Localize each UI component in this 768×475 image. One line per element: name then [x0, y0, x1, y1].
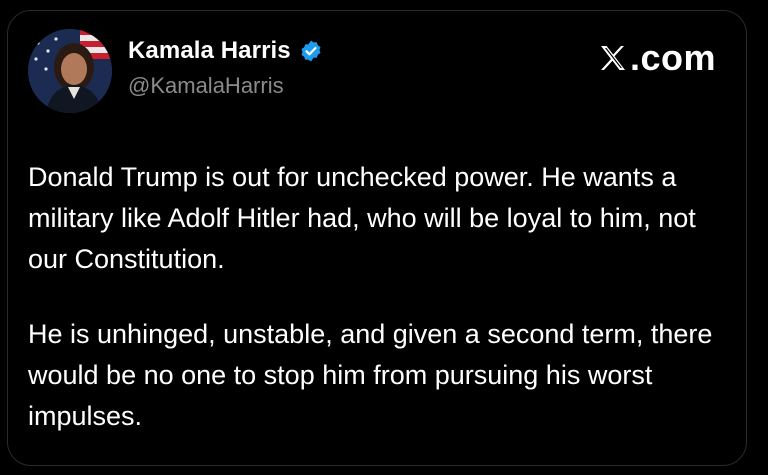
- avatar[interactable]: [28, 29, 112, 113]
- display-name[interactable]: Kamala Harris: [128, 37, 291, 65]
- avatar-image: [28, 29, 112, 113]
- handle[interactable]: @KamalaHarris: [128, 73, 284, 99]
- site-domain: .com: [629, 37, 716, 78]
- x-logo-icon: [600, 46, 625, 70]
- tweet-card: Kamala Harris @KamalaHarris .com Donald …: [7, 10, 747, 466]
- author-row: Kamala Harris: [128, 37, 323, 65]
- tweet-text: Donald Trump is out for unchecked power.…: [28, 157, 728, 437]
- tweet-paragraph: Donald Trump is out for unchecked power.…: [28, 162, 696, 274]
- verified-badge-icon: [299, 39, 323, 63]
- tweet-paragraph: He is unhinged, unstable, and given a se…: [28, 319, 713, 431]
- site-logo: .com: [598, 37, 716, 79]
